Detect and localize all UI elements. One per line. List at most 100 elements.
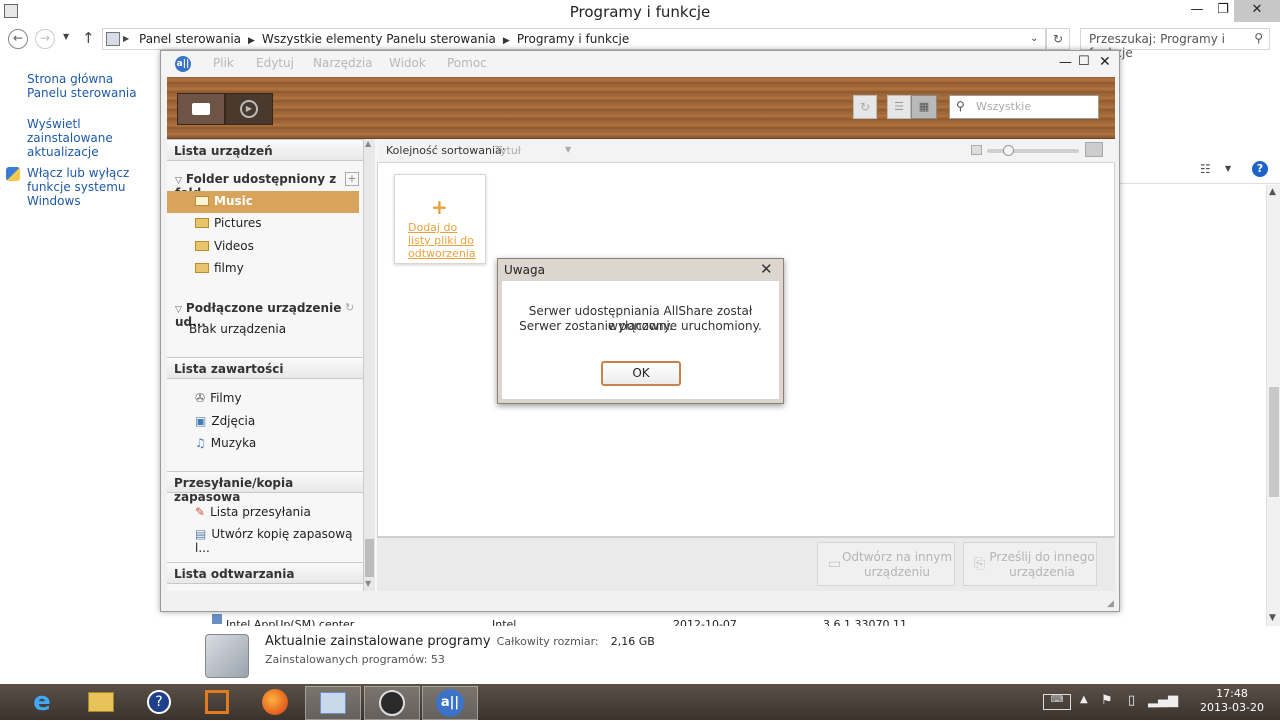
view-updates-link[interactable]: Wyświetl zainstalowane aktualizacje [27,117,156,159]
scroll-up-icon[interactable]: ▲ [1269,187,1276,197]
zoom-slider-thumb[interactable] [1003,145,1014,156]
add-to-playlist-label[interactable]: Dodaj do listy pliki do odtworzenia [408,221,480,260]
internet-explorer-icon[interactable]: e [14,686,70,720]
menu-view[interactable]: Widok [389,56,426,70]
programs-icon [205,634,249,678]
scroll-down-icon[interactable]: ▼ [365,579,371,588]
back-button[interactable]: ← [8,29,28,49]
scroll-thumb[interactable] [365,539,374,577]
expand-icon[interactable]: ▽ [175,176,182,186]
devices-header: Lista urządzeń [167,139,363,161]
action-center-icon[interactable]: ⚑ [1101,693,1113,708]
folder-mode-button[interactable] [177,93,225,125]
menu-file[interactable]: Plik [213,56,234,70]
zoom-slider[interactable] [987,145,1079,156]
forward-button[interactable]: → [35,29,55,49]
large-thumbnail-icon[interactable] [1085,142,1103,157]
folder-item-pictures[interactable]: Pictures [167,213,359,235]
up-button[interactable]: ↑ [82,29,95,47]
keyboard-icon[interactable]: ⌨ [1043,694,1071,710]
dialog-close-button[interactable]: ✕ [760,260,773,278]
close-button[interactable]: ✕ [1234,0,1280,22]
scroll-up-icon[interactable]: ▲ [365,139,371,148]
transfer-item-list[interactable]: ✎ Lista przesyłania [167,502,359,524]
sort-value: Tytuł [495,144,521,157]
recent-pages-icon[interactable]: ▼ [63,32,69,41]
add-folder-icon[interactable]: + [345,172,359,186]
content-item-music[interactable]: ♫ Muzyka [167,433,359,455]
search-input[interactable]: Przeszukaj: Programy i funkcje ⚲ [1080,28,1270,60]
device-send-icon: ⎘ [974,556,986,572]
folder-item-filmy[interactable]: filmy [167,258,359,280]
transfer-item-backup[interactable]: ▤ Utwórz kopię zapasową l... [167,524,359,555]
breadcrumb-separator-icon[interactable]: ▶ [248,36,255,46]
file-explorer-icon[interactable] [73,686,129,720]
help-support-icon[interactable]: ? [131,686,187,720]
steam-icon[interactable] [364,686,420,720]
firefox-icon[interactable] [247,686,303,720]
refresh-button[interactable]: ↻ [1046,28,1070,50]
content-item-photos[interactable]: ▣ Zdjęcia [167,411,359,433]
play-on-other-device-button[interactable]: ▭ Odtwórz na innym urządzeniu [817,542,955,586]
allshare-maximize-button[interactable]: ☐ [1078,54,1090,69]
sidebar-scrollbar[interactable]: ▲ ▼ [363,139,375,591]
search-icon: ⚲ [1254,31,1263,45]
content-item-films[interactable]: ✇ Filmy [167,388,359,410]
resize-grip-icon[interactable]: ◢ [1107,599,1114,609]
menu-help[interactable]: Pomoc [447,56,487,70]
menu-tools[interactable]: Narzędzia [313,56,373,70]
allshare-close-button[interactable]: ✕ [1099,54,1111,70]
sort-select[interactable]: Tytuł ▼ [495,144,575,157]
control-panel-home-link[interactable]: Strona główna Panelu sterowania [27,72,156,100]
expand-icon[interactable]: ▽ [175,305,182,315]
search-icon: ⚲ [956,99,965,113]
dropdown-icon[interactable]: ▼ [565,145,571,154]
folder-item-videos[interactable]: Videos [167,236,359,258]
breadcrumb-separator-icon[interactable]: ▶ [503,36,510,46]
refresh-icon[interactable]: ↻ [853,95,877,119]
send-to-other-device-button[interactable]: ⎘ Prześlij do innego urządzenia [963,542,1097,586]
explorer-scrollbar[interactable]: ▲ ▼ [1266,185,1280,626]
office-app-icon[interactable] [189,686,245,720]
folder-item-music[interactable]: Music [167,191,359,213]
view-options-icon[interactable]: ☷ [1200,162,1211,176]
scroll-thumb[interactable] [1269,387,1279,497]
content-label: Muzyka [210,436,257,450]
breadcrumb-item[interactable]: Programy i funkcje [517,32,629,46]
address-bar[interactable]: ▶ Panel sterowania ▶ Wszystkie elementy Pa… [102,28,1046,50]
menu-edit[interactable]: Edytuj [256,56,294,70]
list-view-icon[interactable]: ☰ [887,95,911,119]
grid-view-icon[interactable]: ▦ [911,95,937,119]
address-dropdown-icon[interactable]: ⌄ [1030,33,1038,44]
add-to-playlist-tile[interactable]: + Dodaj do listy pliki do odtworzenia [394,174,486,264]
ok-button[interactable]: OK [601,361,681,386]
breadcrumb-chevron-icon[interactable]: ▶ [123,34,129,43]
volume-icon[interactable]: 🔈︎ [1173,692,1181,708]
address-toolbar: ← → ▼ ↑ ▶ Panel sterowania ▶ Wszystkie ele… [0,26,1280,60]
small-thumbnail-icon[interactable] [971,145,982,155]
windows-features-link[interactable]: Włącz lub wyłącz funkcje systemu Windows [27,166,156,208]
scroll-down-icon[interactable]: ▼ [1269,613,1276,623]
breadcrumb-item[interactable]: Panel sterowania [139,32,241,46]
allshare-taskbar-icon[interactable]: a|| [422,686,478,720]
left-task-pane: Strona główna Panelu sterowania Wyświetl… [6,72,156,208]
total-size-label: Całkowity rozmiar: [496,635,599,648]
player-mode-button[interactable]: ▶ [225,93,273,125]
connected-device-group[interactable]: ▽ Podłączone urządzenie ud... ↻ [167,298,363,329]
allshare-search-input[interactable]: ⚲ Wszystkie [949,95,1099,119]
dialog-body: Serwer udostępniania AllShare został wył… [502,281,779,399]
control-panel-taskbar-icon[interactable] [305,686,361,720]
battery-icon[interactable]: ▯ [1128,693,1135,708]
allshare-minimize-button[interactable]: — [1059,55,1072,70]
summary-line: Aktualnie zainstalowane programy Całkowi… [265,634,655,649]
show-hidden-icons[interactable]: ▲ [1080,694,1088,705]
installed-count: Zainstalowanych programów: 53 [265,653,445,666]
help-icon[interactable]: ? [1252,161,1268,177]
folder-label: Music [214,194,253,208]
clock[interactable]: 17:48 2013-03-20 [1200,687,1264,715]
shared-folder-group[interactable]: ▽Folder udostępniony z fold... + [167,169,363,200]
table-row[interactable]: Intel AppUp(SM) center Intel 2012-10-07 … [208,612,1266,626]
breadcrumb-item[interactable]: Wszystkie elementy Panelu sterowania [262,32,496,46]
refresh-devices-icon[interactable]: ↻ [345,301,354,314]
view-dropdown-icon[interactable]: ▼ [1225,164,1231,173]
